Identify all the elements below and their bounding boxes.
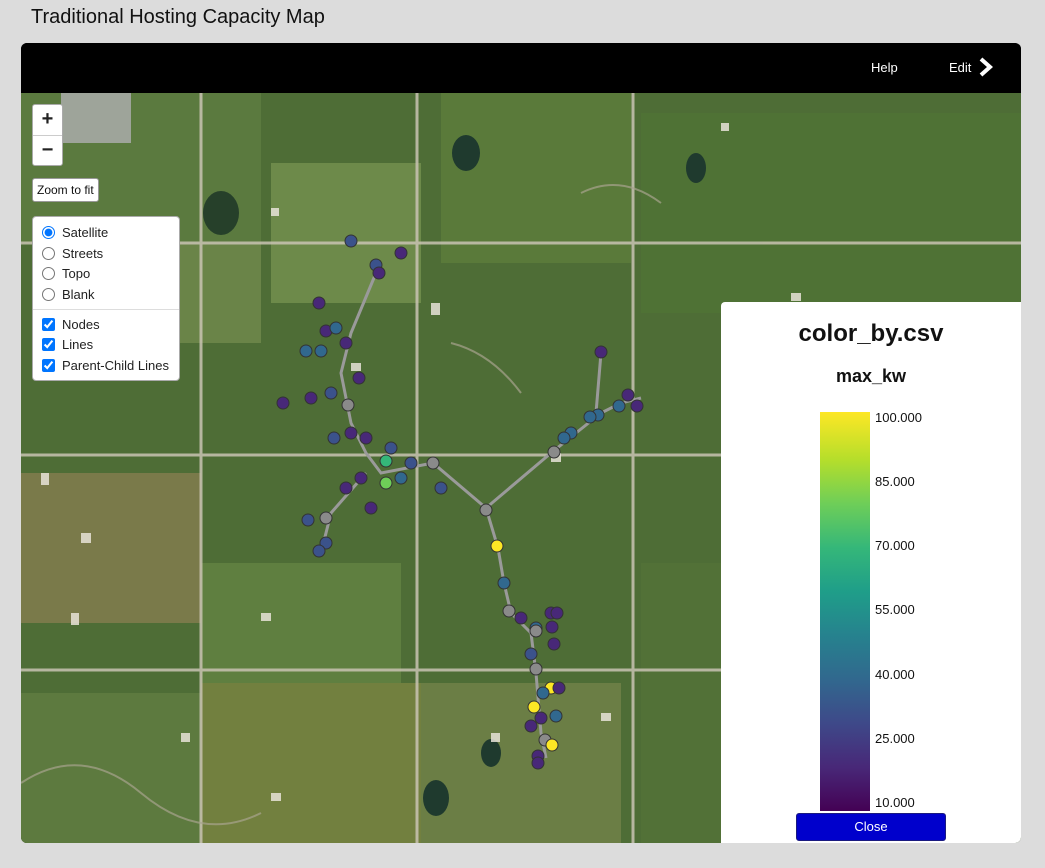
base-layer-topo[interactable]: Topo — [33, 263, 179, 284]
colorbar-tick: 10.000 — [875, 795, 915, 810]
colorbar-tick: 55.000 — [875, 602, 915, 617]
colorbar — [820, 412, 870, 811]
layer-control: Satellite Streets Topo Blank Nodes Lines… — [32, 216, 180, 381]
lines-checkbox[interactable] — [42, 338, 55, 352]
edit-label: Edit — [949, 59, 972, 75]
satellite-radio[interactable] — [42, 225, 55, 239]
edit-button[interactable]: Edit — [949, 57, 994, 77]
colorbar-tick: 25.000 — [875, 731, 915, 746]
overlay-label: Lines — [62, 337, 94, 353]
base-layer-blank[interactable]: Blank — [33, 284, 179, 305]
overlay-label: Nodes — [62, 316, 100, 332]
legend-variable: max_kw — [835, 366, 907, 386]
overlay-parent-child-lines[interactable]: Parent-Child Lines — [33, 355, 179, 376]
zoom-to-fit-button[interactable]: Zoom to fit — [32, 178, 99, 202]
page-title: Traditional Hosting Capacity Map — [31, 6, 325, 28]
color-legend-panel: color_by.csv max_kw 100.000 85.000 70.00… — [721, 302, 1021, 843]
base-layer-label: Streets — [62, 245, 104, 261]
overlay-lines[interactable]: Lines — [33, 334, 179, 355]
base-layer-streets[interactable]: Streets — [33, 243, 179, 264]
parent-child-lines-checkbox[interactable] — [42, 358, 55, 372]
legend-title: color_by.csv — [798, 320, 944, 347]
zoom-control: + − — [32, 104, 63, 166]
chevron-right-icon — [980, 57, 994, 77]
colorbar-tick: 85.000 — [875, 474, 915, 489]
top-bar: Help Edit — [21, 43, 1021, 93]
overlay-nodes[interactable]: Nodes — [33, 314, 179, 335]
zoom-in-button[interactable]: + — [33, 105, 62, 135]
map-app: Help Edit + − Zoom to fit Satellite Stre… — [21, 43, 1021, 843]
colorbar-tick: 70.000 — [875, 538, 915, 553]
base-layer-label: Topo — [62, 266, 91, 282]
topo-radio[interactable] — [42, 267, 55, 281]
streets-radio[interactable] — [42, 246, 55, 260]
colorbar-tick: 40.000 — [875, 667, 915, 682]
overlay-label: Parent-Child Lines — [62, 357, 169, 373]
layer-divider — [33, 308, 179, 310]
map-canvas[interactable]: + − Zoom to fit Satellite Streets Topo B… — [21, 93, 1021, 843]
close-button[interactable]: Close — [796, 813, 946, 841]
colorbar-tick: 100.000 — [875, 410, 922, 425]
zoom-out-button[interactable]: − — [33, 135, 62, 165]
base-layer-label: Satellite — [62, 224, 109, 240]
base-layer-label: Blank — [62, 286, 95, 302]
blank-radio[interactable] — [42, 287, 55, 301]
nodes-checkbox[interactable] — [42, 317, 55, 331]
help-link[interactable]: Help — [871, 60, 898, 75]
base-layer-satellite[interactable]: Satellite — [33, 222, 179, 243]
